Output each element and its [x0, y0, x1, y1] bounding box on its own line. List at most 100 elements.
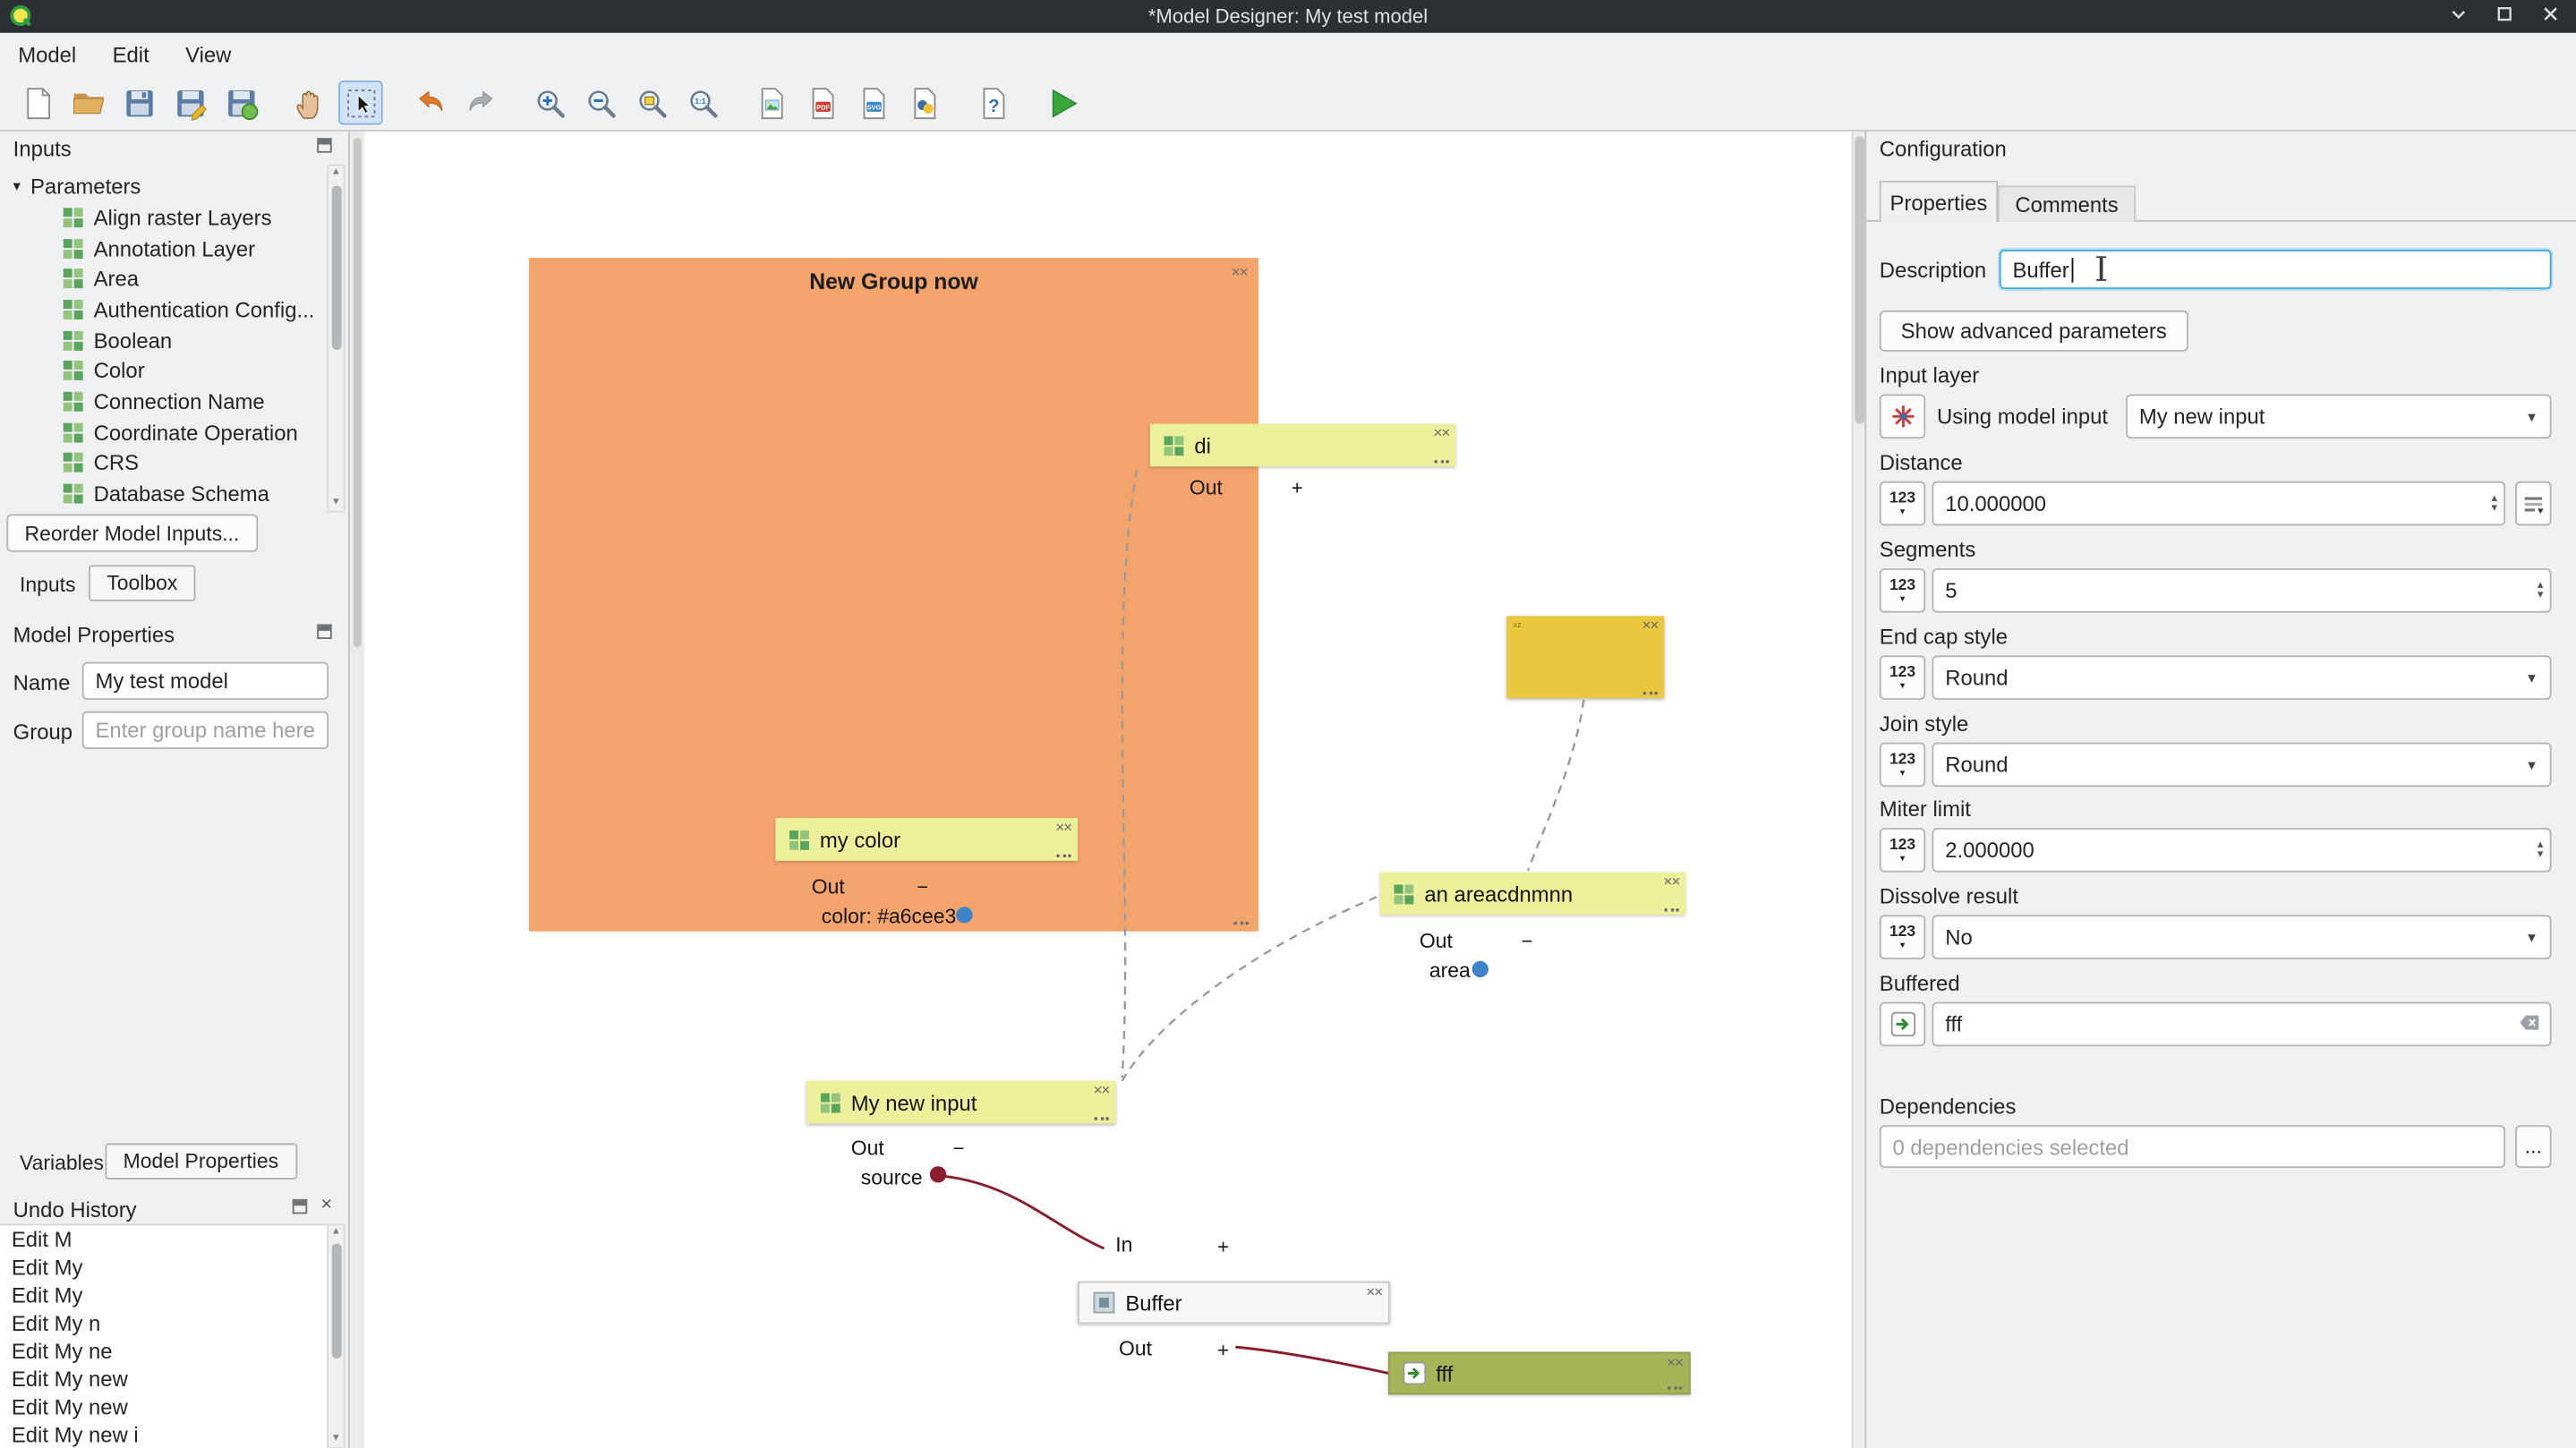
tab-model-properties[interactable]: Model Properties	[105, 1144, 296, 1180]
clear-text-icon[interactable]	[2519, 1010, 2542, 1038]
model-canvas[interactable]: New Group now ✕✕ di ✕✕ Out + xz ✕✕	[364, 132, 1851, 1448]
delete-component-icon[interactable]: ✕✕	[1055, 822, 1071, 835]
tree-item-area[interactable]: Area	[0, 263, 322, 293]
output-port[interactable]	[1472, 961, 1488, 977]
canvas-vertical-scrollbar[interactable]	[1852, 132, 1865, 1448]
save-model-button[interactable]	[116, 81, 161, 125]
undo-item[interactable]: Edit My new i	[0, 1421, 327, 1448]
tab-inputs[interactable]: Inputs	[10, 568, 86, 601]
description-input[interactable]: Buffer	[2000, 250, 2552, 289]
zoom-full-button[interactable]	[629, 81, 674, 125]
undo-item[interactable]: Edit My	[0, 1253, 327, 1281]
undo-item[interactable]: Edit My	[0, 1282, 327, 1309]
pan-tool-button[interactable]	[287, 81, 332, 125]
undo-item[interactable]: Edit M	[0, 1225, 327, 1253]
dependencies-input[interactable]: 0 dependencies selected	[1880, 1125, 2505, 1168]
save-model-as-button[interactable]	[167, 81, 212, 125]
tab-comments[interactable]: Comments	[1998, 185, 2136, 221]
undo-item[interactable]: Edit My new	[0, 1393, 327, 1421]
tree-item-database-schema[interactable]: Database Schema	[0, 478, 322, 507]
tab-properties[interactable]: Properties	[1880, 181, 1998, 222]
output-port[interactable]	[930, 1166, 946, 1182]
export-as-svg-button[interactable]: SVG	[851, 81, 896, 125]
undo-button[interactable]	[407, 81, 452, 125]
tab-toolbox[interactable]: Toolbox	[89, 565, 195, 600]
join-style-type-button[interactable]: 123▼	[1880, 743, 1925, 788]
resize-handle-icon[interactable]	[1056, 854, 1071, 857]
scrollbar-thumb[interactable]	[331, 1243, 342, 1358]
undo-item[interactable]: Edit My new	[0, 1365, 327, 1393]
zoom-out-button[interactable]	[578, 81, 623, 125]
menu-edit[interactable]: Edit	[94, 33, 167, 76]
delete-component-icon[interactable]: ✕✕	[1667, 1357, 1683, 1370]
spin-arrows-icon[interactable]: ▴▾	[2492, 494, 2497, 514]
scrollbar-thumb[interactable]	[354, 138, 362, 647]
export-as-image-button[interactable]	[749, 81, 794, 125]
input-layer-combo[interactable]: My new input ▼	[2126, 395, 2551, 439]
node-my-new-input[interactable]: My new input ✕✕	[806, 1081, 1115, 1124]
tree-item-coordinate-operation[interactable]: Coordinate Operation	[0, 417, 322, 447]
tree-item-align-raster-layers[interactable]: Align raster Layers	[0, 202, 322, 232]
scroll-down-icon[interactable]: ▼	[328, 496, 344, 511]
node-my-color[interactable]: my color ✕✕	[775, 818, 1078, 861]
float-panel-icon[interactable]	[293, 1199, 308, 1214]
distance-spinbox[interactable]: 10.000000 ▴▾	[1932, 481, 2506, 526]
tree-item-color[interactable]: Color	[0, 354, 322, 384]
spin-arrows-icon[interactable]: ▴▾	[2538, 840, 2543, 860]
delete-component-icon[interactable]: ✕✕	[1642, 619, 1658, 633]
scrollbar-thumb[interactable]	[1855, 136, 1864, 423]
edit-help-button[interactable]: ?	[971, 81, 1016, 125]
node-di[interactable]: di ✕✕	[1150, 424, 1455, 467]
data-defined-override-button[interactable]	[2515, 481, 2551, 526]
expand-toggle[interactable]: +	[1217, 1235, 1229, 1258]
delete-component-icon[interactable]: ✕✕	[1093, 1084, 1109, 1097]
resize-handle-icon[interactable]	[1643, 692, 1659, 695]
output-port[interactable]	[956, 907, 972, 923]
model-input-source-button[interactable]	[1880, 395, 1925, 439]
delete-component-icon[interactable]: ✕✕	[1366, 1286, 1382, 1299]
spin-arrows-icon[interactable]: ▴▾	[2538, 581, 2543, 600]
delete-component-icon[interactable]: ✕✕	[1433, 427, 1449, 440]
delete-component-icon[interactable]: ✕✕	[1663, 875, 1679, 889]
resize-handle-icon[interactable]	[1434, 460, 1449, 464]
save-model-in-project-button[interactable]	[218, 81, 263, 125]
tree-item-boolean[interactable]: Boolean	[0, 325, 322, 354]
resize-handle-icon[interactable]	[1668, 1386, 1683, 1390]
new-model-button[interactable]	[15, 81, 60, 125]
node-an-areacdnmnn[interactable]: an areacdnmnn ✕✕	[1380, 873, 1685, 916]
menu-view[interactable]: View	[167, 33, 250, 76]
close-panel-icon[interactable]: ✕	[320, 1196, 333, 1214]
dependencies-browse-button[interactable]: ...	[2515, 1125, 2551, 1168]
tree-item-annotation-layer[interactable]: Annotation Layer	[0, 234, 322, 263]
export-as-python-button[interactable]	[902, 81, 947, 125]
collapse-toggle[interactable]: −	[1522, 930, 1533, 953]
buffered-name-input[interactable]: fff	[1932, 1002, 2552, 1047]
resize-handle-icon[interactable]	[1664, 908, 1679, 912]
scroll-up-icon[interactable]: ▲	[328, 166, 344, 181]
undo-scrollbar[interactable]: ▲ ▼	[327, 1223, 345, 1448]
expand-toggle[interactable]: +	[1292, 476, 1303, 499]
zoom-actual-button[interactable]: 1:1	[680, 81, 725, 125]
resize-handle-icon[interactable]	[1094, 1117, 1109, 1120]
tab-variables[interactable]: Variables	[10, 1146, 114, 1180]
maximize-button[interactable]	[2495, 5, 2513, 23]
dissolve-type-button[interactable]: 123▼	[1880, 915, 1925, 959]
float-panel-icon[interactable]	[317, 624, 332, 639]
menu-model[interactable]: Model	[0, 33, 94, 76]
expand-toggle[interactable]: +	[1217, 1339, 1229, 1362]
scrollbar-thumb[interactable]	[331, 185, 342, 350]
run-model-button[interactable]	[1040, 81, 1085, 125]
undo-item[interactable]: Edit My ne	[0, 1337, 327, 1365]
tree-scrollbar[interactable]: ▲ ▼	[327, 165, 345, 513]
export-as-pdf-button[interactable]: PDF	[800, 81, 845, 125]
node-small-value[interactable]: xz ✕✕	[1506, 616, 1664, 698]
tree-item-authentication-config[interactable]: Authentication Config...	[0, 294, 322, 324]
collapse-toggle[interactable]: −	[953, 1137, 965, 1160]
miter-type-button[interactable]: 123▼	[1880, 828, 1925, 873]
minimize-button[interactable]	[2450, 5, 2468, 23]
model-group-input[interactable]: Enter group name here	[82, 711, 328, 749]
float-panel-icon[interactable]	[317, 138, 332, 153]
segments-type-button[interactable]: 123▼	[1880, 568, 1925, 613]
model-name-input[interactable]: My test model	[82, 662, 328, 700]
distance-type-button[interactable]: 123▼	[1880, 481, 1925, 526]
